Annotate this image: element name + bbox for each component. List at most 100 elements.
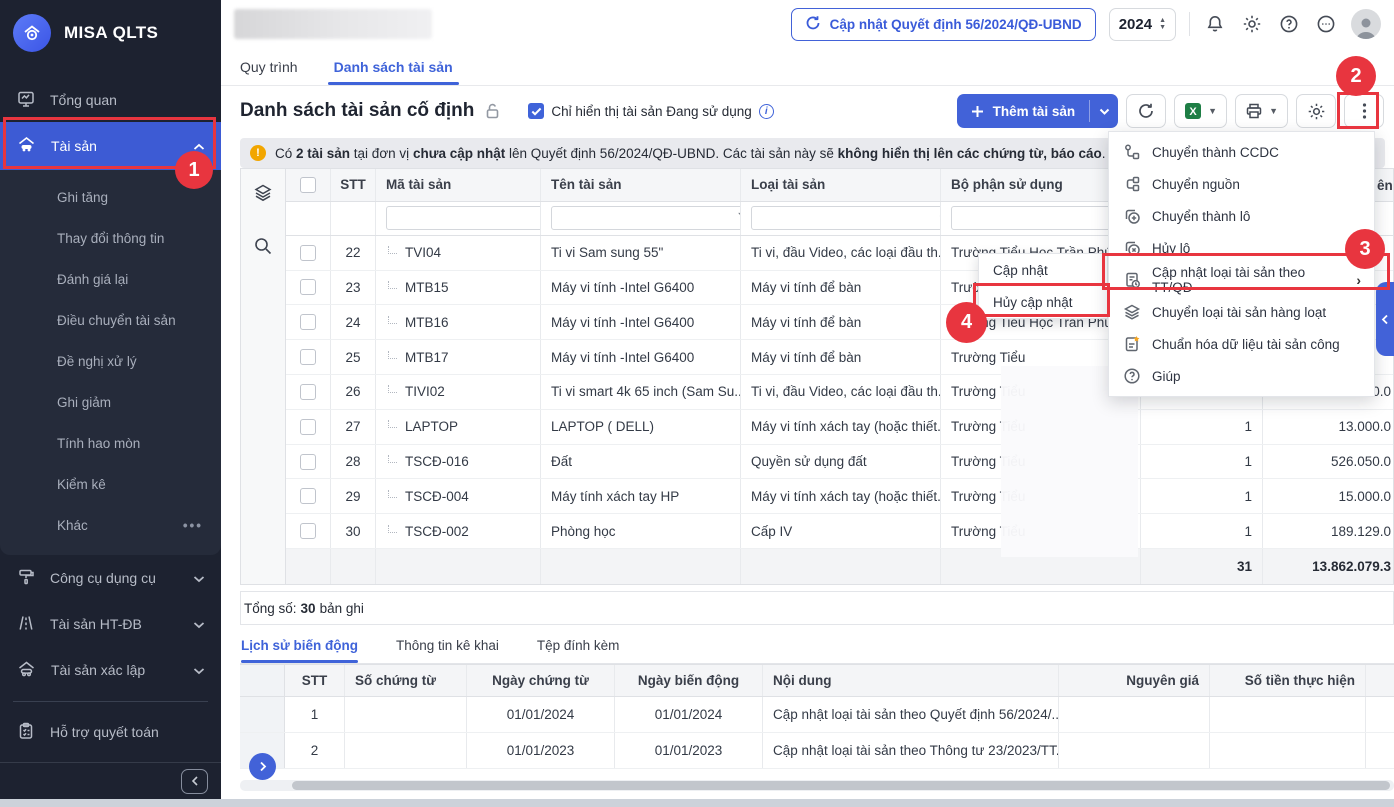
submenu-item-dieu-chuyen-tai-san[interactable]: Điều chuyển tài sản: [0, 300, 221, 341]
year-selector[interactable]: 2024 ▲▼: [1109, 8, 1176, 41]
road-icon: [16, 613, 36, 636]
filter-type[interactable]: ▼: [751, 206, 941, 230]
menu-item-chuyen-thanh-lo[interactable]: Chuyển thành lô: [1109, 200, 1374, 232]
menu-item-giup[interactable]: Giúp: [1109, 360, 1374, 392]
notifications-bell-icon[interactable]: [1203, 12, 1227, 36]
add-asset-dropdown[interactable]: [1090, 94, 1118, 128]
horizontal-scrollbar[interactable]: [240, 780, 1394, 791]
sidebar-item-overview[interactable]: Tổng quan: [0, 78, 221, 122]
user-avatar[interactable]: [1351, 9, 1381, 39]
sidebar-item-ho-tro-quyet-toan[interactable]: Hỗ trợ quyết toán: [0, 710, 221, 754]
table-row[interactable]: 27LAPTOPLAPTOP ( DELL)Máy vi tính xách t…: [286, 410, 1393, 445]
row-checkbox[interactable]: [286, 340, 331, 374]
panel-expand-button[interactable]: [1376, 282, 1394, 356]
tab-danh-sach-tai-san[interactable]: Danh sách tài sản: [334, 48, 453, 85]
app-window: MISA QLTS Tổng quan Tài sản Ghi tăng Tha…: [0, 0, 1394, 807]
svg-text:X: X: [1189, 106, 1197, 118]
tab-quy-trinh[interactable]: Quy trình: [240, 48, 298, 85]
year-stepper-icon[interactable]: ▲▼: [1159, 18, 1166, 31]
more-options-icon[interactable]: [1314, 12, 1338, 36]
history-row[interactable]: 2 01/01/2023 01/01/2023 Cập nhật loại tà…: [240, 733, 1394, 769]
col-nguyen-gia[interactable]: Nguyên giá: [1059, 665, 1210, 696]
settings-gear-icon[interactable]: [1240, 12, 1264, 36]
col-ngay-chung-tu[interactable]: Ngày chứng từ: [467, 665, 615, 696]
row-checkbox[interactable]: [286, 271, 331, 305]
submenu-item-de-nghi-xu-ly[interactable]: Đề nghị xử lý: [0, 341, 221, 382]
submenu-item-tinh-hao-mon[interactable]: Tính hao mòn: [0, 423, 221, 464]
help-icon: [1122, 367, 1141, 385]
table-settings-button[interactable]: [1296, 94, 1336, 128]
col-ma-tai-san[interactable]: Mã tài sản: [376, 169, 541, 201]
submenu-item-thay-doi-thong-tin[interactable]: Thay đổi thông tin: [0, 218, 221, 259]
menu-item-chuyen-thanh-ccdc[interactable]: Chuyển thành CCDC: [1109, 136, 1374, 168]
menu-item-huy-lo[interactable]: Hủy lô: [1109, 232, 1374, 264]
update-decision-button[interactable]: Cập nhật Quyết định 56/2024/QĐ-UBND: [791, 8, 1096, 41]
search-icon[interactable]: [253, 236, 273, 261]
row-checkbox[interactable]: [286, 236, 331, 270]
history-row[interactable]: 1 01/01/2024 01/01/2024 Cập nhật loại tà…: [240, 697, 1394, 733]
more-actions-button[interactable]: [1344, 94, 1384, 128]
filter-type-input[interactable]: [757, 211, 933, 226]
sidebar-item-cong-cu-dung-cu[interactable]: Công cụ dụng cụ: [0, 555, 221, 601]
main-area: Cập nhật Quyết định 56/2024/QĐ-UBND 2024…: [221, 0, 1394, 799]
layers-icon[interactable]: [252, 182, 274, 209]
submenu-item-huy-cap-nhat[interactable]: Hủy cập nhật: [979, 286, 1107, 318]
submenu-item-kiem-ke[interactable]: Kiểm kê: [0, 464, 221, 505]
tab-lich-su-bien-dong[interactable]: Lịch sử biến động: [241, 627, 358, 663]
refresh-button[interactable]: [1126, 94, 1166, 128]
submenu-item-cap-nhat[interactable]: Cập nhật: [979, 254, 1107, 286]
table-row[interactable]: 28TSCĐ-016ĐấtQuyền sử dụng đấtTrường Tiể…: [286, 445, 1393, 480]
row-checkbox[interactable]: [286, 514, 331, 548]
menu-item-chuyen-nguon[interactable]: Chuyển nguồn: [1109, 168, 1374, 200]
col-stt[interactable]: STT: [331, 169, 376, 201]
next-expand-button[interactable]: [249, 753, 276, 780]
printer-icon: [1245, 102, 1263, 120]
row-checkbox[interactable]: [286, 479, 331, 513]
submenu-item-danh-gia-lai[interactable]: Đánh giá lại: [0, 259, 221, 300]
filter-name[interactable]: [551, 206, 741, 230]
info-icon[interactable]: i: [759, 104, 774, 119]
col-ngay-bien-dong[interactable]: Ngày biến động: [615, 665, 763, 696]
filter-dept-input[interactable]: [957, 211, 1133, 226]
row-checkbox[interactable]: [286, 445, 331, 479]
tab-thong-tin-ke-khai[interactable]: Thông tin kê khai: [396, 627, 499, 663]
filter-code[interactable]: [386, 206, 541, 230]
tab-tep-dinh-kem[interactable]: Tệp đính kèm: [537, 627, 620, 663]
filter-code-input[interactable]: [392, 211, 541, 226]
menu-item-chuan-hoa-du-lieu[interactable]: Chuẩn hóa dữ liệu tài sản công: [1109, 328, 1374, 360]
col-so-chung-tu[interactable]: Số chứng từ: [345, 665, 467, 696]
sidebar-item-label: Tài sản HT-ĐB: [50, 616, 179, 632]
sidebar-item-tai-san-ht-db[interactable]: Tài sản HT-ĐB: [0, 601, 221, 647]
row-checkbox[interactable]: [286, 410, 331, 444]
checkbox-checked-icon[interactable]: [528, 103, 544, 119]
col-noi-dung[interactable]: Nội dung: [763, 665, 1059, 696]
col-ten-tai-san[interactable]: Tên tài sản: [541, 169, 741, 201]
col-so-tien-thuc-hien[interactable]: Số tiền thực hiện: [1210, 665, 1366, 696]
sidebar-item-tai-san-xac-lap[interactable]: Tài sản xác lập: [0, 647, 221, 693]
row-checkbox[interactable]: [286, 375, 331, 409]
print-button[interactable]: ▼: [1235, 94, 1288, 128]
sidebar-item-assets[interactable]: Tài sản: [0, 122, 221, 170]
menu-item-chuyen-loai-hang-loat[interactable]: Chuyển loại tài sản hàng loạt: [1109, 296, 1374, 328]
col-loai-tai-san[interactable]: Loại tài sản: [741, 169, 941, 201]
select-all-checkbox[interactable]: [286, 169, 331, 201]
scrollbar-thumb[interactable]: [292, 781, 1390, 790]
help-icon[interactable]: [1277, 12, 1301, 36]
batch-plus-icon: [1122, 207, 1141, 225]
col-stt[interactable]: STT: [285, 665, 345, 696]
export-excel-button[interactable]: X ▼: [1174, 94, 1227, 128]
submenu-item-ghi-tang[interactable]: Ghi tăng: [0, 177, 221, 218]
submenu-item-ghi-giam[interactable]: Ghi giảm: [0, 382, 221, 423]
page-title: Danh sách tài sản cố định: [240, 100, 474, 122]
filter-name-input[interactable]: [557, 211, 733, 226]
sidebar-collapse-button[interactable]: [181, 769, 208, 794]
table-row[interactable]: 30TSCĐ-002Phòng họcCấp IVTrường Tiểu1189…: [286, 514, 1393, 549]
table-row[interactable]: 29TSCĐ-004Máy tính xách tay HPMáy vi tín…: [286, 479, 1393, 514]
row-checkbox[interactable]: [286, 305, 331, 339]
asset-establish-icon: [16, 658, 37, 682]
submenu-item-khac[interactable]: Khác•••: [0, 505, 221, 546]
clipboard-check-icon: [16, 721, 36, 744]
show-active-filter[interactable]: Chỉ hiển thị tài sản Đang sử dụng i: [528, 103, 773, 119]
add-asset-button[interactable]: Thêm tài sản: [957, 94, 1119, 128]
menu-item-cap-nhat-loai-tai-san[interactable]: Cập nhật loại tài sản theo TT/QĐ›: [1109, 264, 1374, 296]
